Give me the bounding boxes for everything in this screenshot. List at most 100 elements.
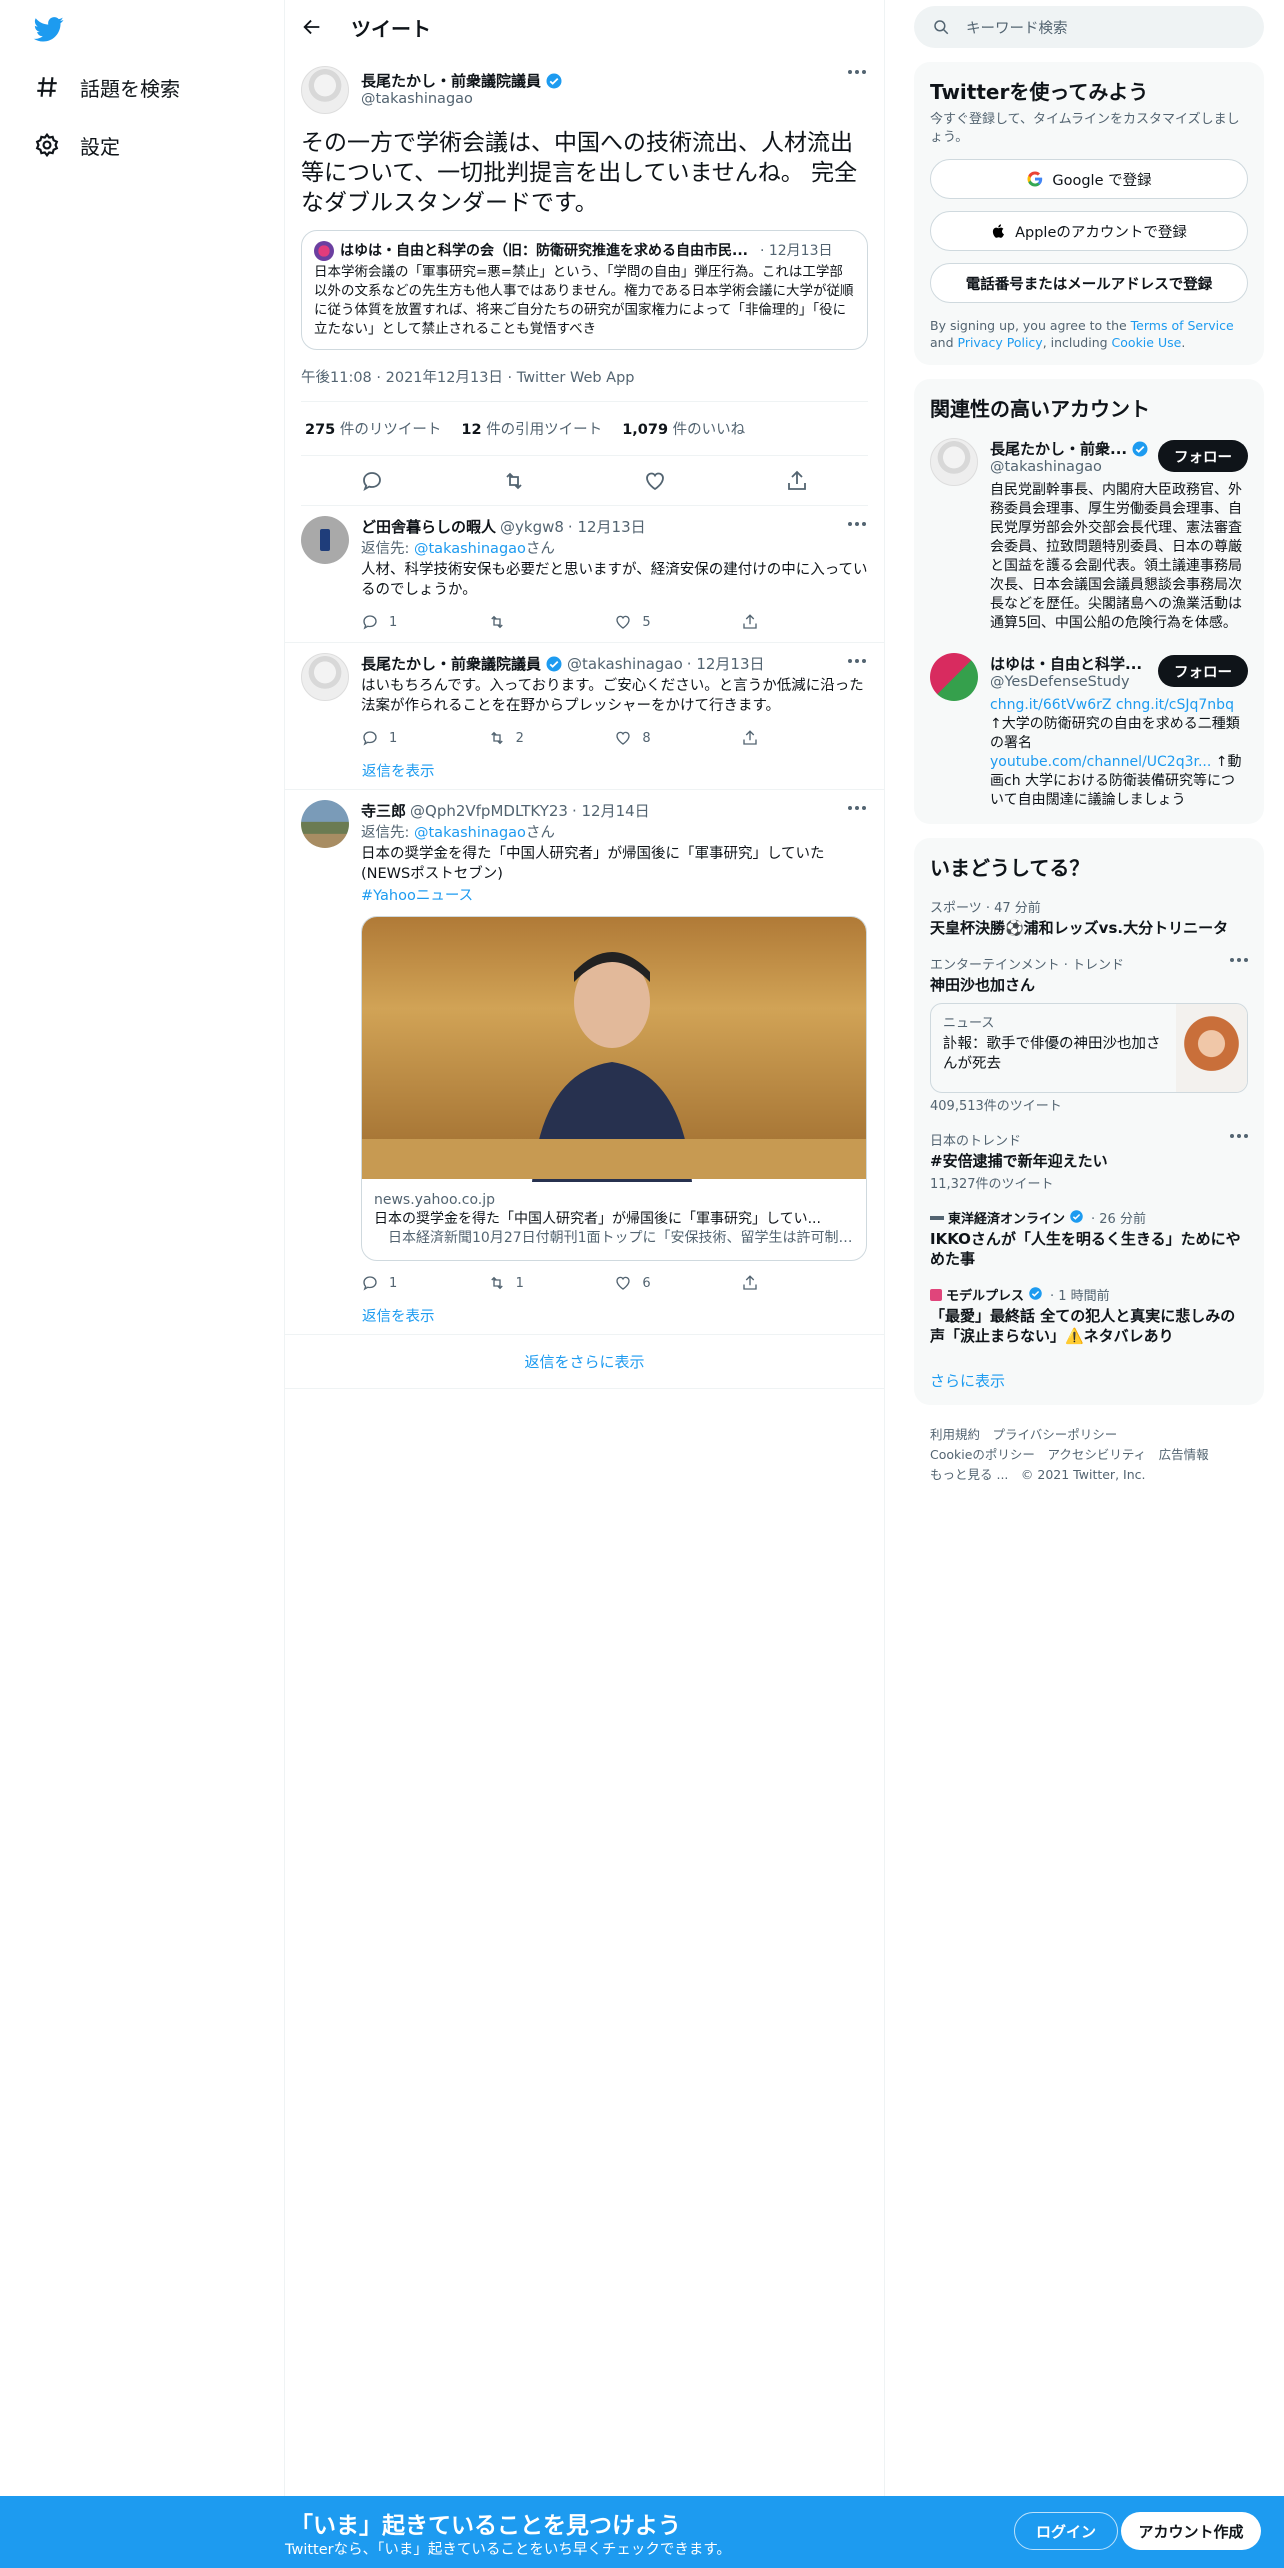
- retweet-button[interactable]: 2: [488, 729, 548, 747]
- retweet-button[interactable]: 1: [488, 1274, 548, 1292]
- avatar[interactable]: [301, 800, 349, 848]
- back-arrow-icon[interactable]: [301, 16, 323, 38]
- reply-button[interactable]: 1: [361, 613, 421, 631]
- more-options-icon[interactable]: [1230, 958, 1248, 962]
- reply-tweet[interactable]: ど田舎暮らしの暇人 @ykgw8 · 12月13日 返信先: @takashin…: [285, 506, 884, 643]
- show-replies-link[interactable]: 返信を表示: [285, 754, 884, 790]
- retweet-icon[interactable]: [502, 469, 526, 493]
- like-button[interactable]: 5: [614, 613, 674, 631]
- retweet-count: 2: [515, 730, 524, 746]
- show-more-trends-link[interactable]: さらに表示: [930, 1370, 1248, 1391]
- tweet-actions: 1 5: [361, 606, 801, 638]
- more-options-icon[interactable]: [848, 806, 868, 812]
- author-name[interactable]: 長尾たかし・前衆議院議員: [361, 653, 541, 674]
- apple-signup-button[interactable]: Appleのアカウントで登録: [930, 211, 1248, 251]
- avatar[interactable]: [301, 653, 349, 701]
- reply-icon[interactable]: [360, 469, 384, 493]
- account-item[interactable]: 長尾たかし・前衆... @takashinagao 自民党副幹事長、内閣府大臣政…: [930, 438, 1248, 633]
- reply-to-mention[interactable]: @takashinagao: [414, 825, 526, 841]
- link-card[interactable]: news.yahoo.co.jp 日本の奨学金を得た「中国人研究者」が帰国後に「…: [361, 916, 867, 1261]
- footer-cookie-link[interactable]: Cookieのポリシー: [930, 1447, 1035, 1462]
- tweet-meta[interactable]: 午後11:08 · 2021年12月13日 · Twitter Web App: [301, 366, 868, 402]
- more-options-icon[interactable]: [1230, 1134, 1248, 1138]
- nav-settings[interactable]: 設定: [34, 125, 120, 165]
- author-name[interactable]: 寺三郎: [361, 800, 406, 821]
- avatar[interactable]: [301, 516, 349, 564]
- google-signup-button[interactable]: Google で登録: [930, 159, 1248, 199]
- follow-button[interactable]: フォロー: [1158, 655, 1248, 687]
- follow-button[interactable]: フォロー: [1158, 440, 1248, 472]
- signup-button[interactable]: アカウント作成: [1121, 2512, 1261, 2550]
- reply-tweet[interactable]: 寺三郎 @Qph2VfpMDLTKY23 · 12月14日 返信先: @taka…: [285, 790, 884, 1299]
- account-name[interactable]: はゆは・自由と科学...: [990, 653, 1142, 674]
- likes-count: 1,079: [622, 422, 669, 438]
- share-icon: [743, 730, 757, 745]
- reply-button[interactable]: 1: [361, 729, 421, 747]
- search-box[interactable]: キーワード検索: [914, 6, 1264, 48]
- author-name[interactable]: ど田舎暮らしの暇人: [361, 516, 496, 537]
- avatar[interactable]: [930, 438, 978, 486]
- author-handle[interactable]: @takashinagao: [567, 655, 683, 673]
- author-handle[interactable]: @Qph2VfpMDLTKY23: [410, 802, 568, 820]
- reply-to-prefix: 返信先:: [361, 825, 414, 841]
- trend-item[interactable]: スポーツ · 47 分前 天皇杯決勝⚽浦和レッズvs.大分トリニータ: [930, 897, 1248, 938]
- twitter-logo-icon[interactable]: [32, 14, 66, 44]
- author-handle[interactable]: @ykgw8: [500, 518, 564, 536]
- login-button[interactable]: ログイン: [1014, 2512, 1118, 2550]
- like-button[interactable]: 6: [614, 1274, 674, 1292]
- account-name[interactable]: 長尾たかし・前衆...: [990, 438, 1127, 459]
- nav-explore[interactable]: 話題を検索: [34, 67, 180, 107]
- trend-item[interactable]: エンターテインメント · トレンド 神田沙也加さん ニュース 訃報：歌手で俳優の…: [930, 954, 1248, 1114]
- retweets-stat[interactable]: 275 件のリツイート: [305, 418, 441, 439]
- author-name[interactable]: 長尾たかし・前衆議院議員: [361, 70, 541, 91]
- retweet-button[interactable]: [488, 613, 548, 631]
- share-button[interactable]: [741, 613, 801, 631]
- reply-to-mention[interactable]: @takashinagao: [414, 541, 526, 557]
- trend-item[interactable]: 東洋経済オンライン · 26 分前 IKKOさんが「人生を明るく生きる」ためにや…: [930, 1208, 1248, 1269]
- privacy-link[interactable]: Privacy Policy: [958, 335, 1043, 350]
- quotes-stat[interactable]: 12 件の引用ツイート: [461, 418, 602, 439]
- footer-terms-link[interactable]: 利用規約: [930, 1427, 980, 1442]
- trend-item[interactable]: モデルプレス · 1 時間前 「最愛」最終話 全ての犯人と真実に悲しみの声「涙止…: [930, 1285, 1248, 1346]
- trend-news-card[interactable]: ニュース 訃報：歌手で俳優の神田沙也加さんが死去: [930, 1003, 1248, 1093]
- author-handle[interactable]: @takashinagao: [361, 91, 563, 107]
- avatar[interactable]: [930, 653, 978, 701]
- avatar[interactable]: [301, 66, 349, 114]
- footer-privacy-link[interactable]: プライバシーポリシー: [993, 1427, 1118, 1442]
- tweet-date[interactable]: · 12月14日: [572, 800, 650, 821]
- more-options-icon[interactable]: [848, 659, 868, 665]
- reply-tweet[interactable]: 長尾たかし・前衆議院議員 @takashinagao · 12月13日 はいもち…: [285, 643, 884, 754]
- like-button[interactable]: 8: [614, 729, 674, 747]
- tweet-date[interactable]: · 12月13日: [687, 653, 765, 674]
- share-icon[interactable]: [785, 469, 809, 493]
- show-more-replies-link[interactable]: 返信をさらに表示: [285, 1335, 884, 1389]
- quoted-tweet[interactable]: はゆは・自由と科学の会（旧：防衛研究推進を求める自由市民... · 12月13日…: [301, 230, 868, 350]
- bio-link[interactable]: chng.it/66tVw6rZ: [990, 697, 1111, 713]
- footer-ads-link[interactable]: 広告情報: [1159, 1447, 1209, 1462]
- more-options-icon[interactable]: [848, 522, 868, 528]
- likes-stat[interactable]: 1,079 件のいいね: [622, 418, 745, 439]
- reply-button[interactable]: 1: [361, 1274, 421, 1292]
- bio-link[interactable]: youtube.com/channel/UC2q3r...: [990, 754, 1211, 770]
- like-icon[interactable]: [643, 469, 667, 493]
- search-input[interactable]: キーワード検索: [966, 17, 1068, 38]
- account-item[interactable]: はゆは・自由と科学... @YesDefenseStudy chng.it/66…: [930, 653, 1248, 810]
- more-options-icon[interactable]: [848, 70, 868, 76]
- tweet-date[interactable]: · 12月13日: [568, 516, 646, 537]
- signup-title: Twitterを使ってみよう: [930, 80, 1149, 104]
- phone-email-signup-button[interactable]: 電話番号またはメールアドレスで登録: [930, 263, 1248, 303]
- likes-label: 件のいいね: [672, 422, 746, 438]
- like-icon: [616, 731, 630, 745]
- cookie-link[interactable]: Cookie Use: [1112, 335, 1182, 350]
- legal-text-1: By signing up, you agree to the: [930, 318, 1131, 333]
- footer-accessibility-link[interactable]: アクセシビリティ: [1047, 1447, 1146, 1462]
- share-button[interactable]: [741, 1274, 801, 1292]
- share-button[interactable]: [741, 729, 801, 747]
- hashtag-link[interactable]: #Yahooニュース: [361, 886, 868, 906]
- bio-link[interactable]: chng.it/cSJq7nbq: [1116, 697, 1234, 713]
- footer-more-link[interactable]: もっと見る ...: [930, 1467, 1008, 1482]
- terms-link[interactable]: Terms of Service: [1131, 318, 1234, 333]
- legal-text-3: , including: [1042, 335, 1112, 350]
- show-replies-link[interactable]: 返信を表示: [285, 1299, 884, 1335]
- trend-item[interactable]: 日本のトレンド #安倍逮捕で新年迎えたい 11,327件のツイート: [930, 1130, 1248, 1192]
